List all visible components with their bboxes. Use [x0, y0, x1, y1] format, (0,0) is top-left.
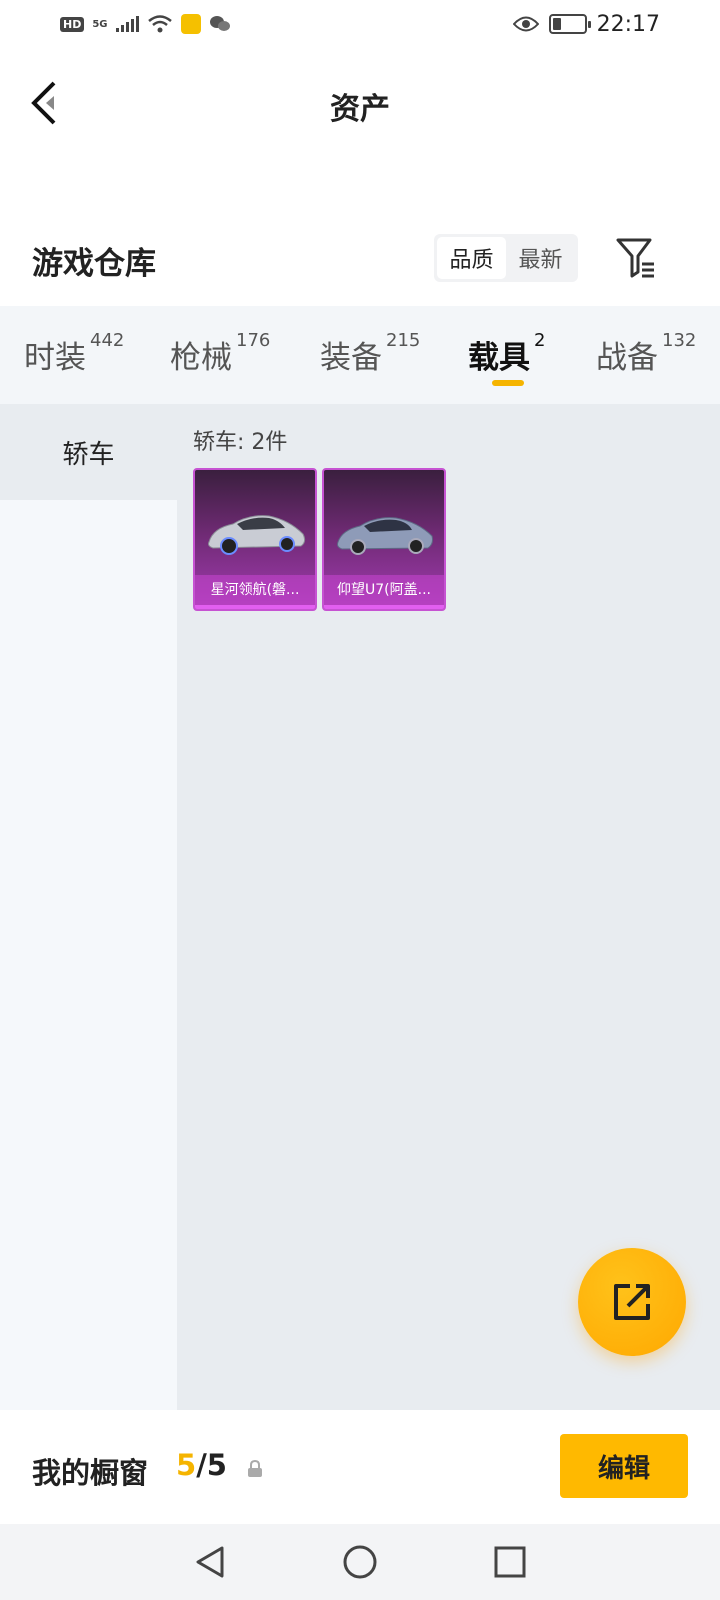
tab-count: 132	[662, 330, 697, 351]
recent-square-icon	[494, 1546, 526, 1578]
nav-recent-button[interactable]	[490, 1542, 530, 1582]
item-name: 星河领航(磐...	[195, 575, 315, 605]
tab-count: 176	[236, 330, 271, 351]
tab-label: 枪械	[170, 340, 232, 376]
edit-button[interactable]: 编辑	[560, 1434, 688, 1498]
tab-label: 装备	[320, 340, 382, 376]
showcase-count: 5/5	[176, 1448, 227, 1482]
item-name: 仰望U7(阿盖...	[324, 575, 444, 605]
tab-count: 2	[534, 330, 546, 351]
sidebar: 轿车	[0, 404, 177, 1410]
app-icon	[180, 14, 201, 34]
back-triangle-icon	[196, 1546, 224, 1578]
wifi-icon	[147, 15, 172, 33]
rarity-bar	[195, 605, 315, 609]
item-count-label: 轿车: 2件	[193, 430, 288, 455]
category-tabs: 时装 442 枪械 176 装备 215 载具 2 战备 132	[0, 306, 720, 404]
hd-icon: HD	[60, 16, 85, 32]
network-label: 5G	[92, 18, 108, 30]
tab-label: 载具	[468, 340, 530, 376]
rarity-bar	[324, 605, 444, 609]
status-bar: HD 5G 22:17	[0, 0, 720, 48]
showcase-current: 5	[176, 1448, 197, 1482]
car-image	[208, 515, 306, 555]
showcase-title: 我的橱窗	[32, 1456, 149, 1490]
share-edit-icon	[614, 1284, 650, 1320]
item-card[interactable]: 星河领航(磐...	[193, 468, 317, 611]
status-left: HD 5G	[60, 14, 231, 34]
tab-count: 215	[386, 330, 421, 351]
system-nav-bar	[0, 1524, 720, 1600]
home-circle-icon	[343, 1545, 377, 1579]
active-tab-indicator	[492, 380, 524, 386]
eye-icon	[512, 16, 539, 32]
nav-home-button[interactable]	[340, 1542, 380, 1582]
nav-back-button[interactable]	[190, 1542, 230, 1582]
sidebar-item-sedan[interactable]: 轿车	[0, 404, 177, 500]
tab-guns[interactable]: 枪械 176	[170, 330, 271, 377]
warehouse-row: 游戏仓库 品质 最新	[0, 228, 720, 288]
filter-button[interactable]	[612, 234, 660, 282]
car-image	[337, 517, 433, 555]
page-title: 资产	[330, 92, 390, 127]
showcase-separator: /	[196, 1448, 207, 1482]
tab-count: 442	[90, 330, 125, 351]
tab-battle-gear[interactable]: 战备 132	[596, 330, 697, 377]
battery-icon	[548, 14, 591, 34]
item-card[interactable]: 仰望U7(阿盖...	[322, 468, 446, 611]
signal-icon	[115, 16, 139, 32]
wechat-icon	[209, 16, 230, 31]
header: 资产	[0, 60, 720, 150]
tab-vehicles[interactable]: 载具 2	[468, 330, 546, 377]
tab-equipment[interactable]: 装备 215	[320, 330, 421, 377]
status-right: 22:17	[512, 11, 660, 37]
warehouse-title: 游戏仓库	[32, 246, 156, 282]
sort-toggle: 品质 最新	[434, 234, 578, 282]
tab-label: 战备	[596, 340, 658, 376]
clock: 22:17	[596, 11, 660, 37]
tab-fashion[interactable]: 时装 442	[24, 330, 125, 377]
showcase-total: 5	[206, 1448, 227, 1482]
share-edit-fab[interactable]	[578, 1248, 686, 1356]
tab-label: 时装	[24, 340, 86, 376]
filter-icon	[616, 238, 654, 278]
lock-icon	[248, 1460, 262, 1477]
showcase-bar: 我的橱窗 5/5 编辑	[0, 1410, 720, 1524]
sort-option-quality[interactable]: 品质	[437, 237, 506, 279]
sort-option-newest[interactable]: 最新	[506, 237, 575, 279]
